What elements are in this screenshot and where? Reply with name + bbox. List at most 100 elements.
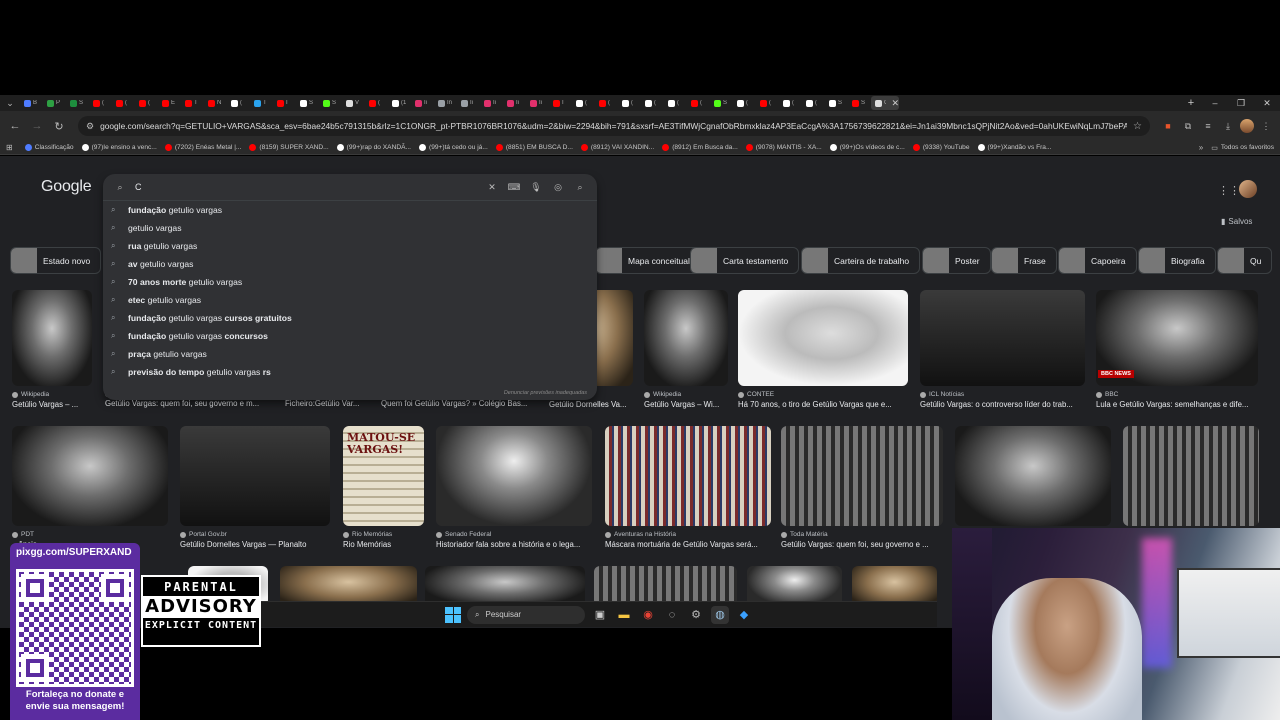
tab[interactable]: (: [802, 96, 825, 110]
image-thumbnail[interactable]: [747, 566, 842, 606]
suggestion-item[interactable]: ⌕ fundação getulio vargas concursos: [103, 327, 597, 345]
tab[interactable]: Ii: [411, 96, 434, 110]
tab[interactable]: (: [365, 96, 388, 110]
tab[interactable]: I: [549, 96, 572, 110]
image-result[interactable]: [280, 566, 417, 606]
image-thumbnail[interactable]: [12, 426, 168, 526]
bookmark-item[interactable]: (7202) Enéas Metal |...: [164, 144, 241, 151]
image-title[interactable]: Historiador fala sobre a história e o le…: [436, 540, 592, 549]
image-title[interactable]: Getúlio Dornelles Va...: [549, 400, 633, 409]
search-submit-icon[interactable]: ⌕: [573, 182, 587, 193]
tab[interactable]: (: [89, 96, 112, 110]
tab-search-icon[interactable]: ⌄: [0, 98, 20, 109]
image-result[interactable]: [747, 566, 842, 606]
tab[interactable]: Ii: [526, 96, 549, 110]
bookmark-star-icon[interactable]: ☆: [1133, 121, 1142, 132]
image-result[interactable]: [1123, 426, 1259, 526]
image-title[interactable]: Lula e Getúlio Vargas: semelhanças e dif…: [1096, 400, 1258, 409]
image-result[interactable]: [852, 566, 937, 606]
image-title[interactable]: Ficheiro:Getúlio Var...: [285, 399, 375, 408]
bookmark-item[interactable]: (99+)Os vídeos de c...: [829, 144, 905, 151]
bookmark-item[interactable]: Classificação: [24, 144, 74, 151]
image-thumbnail[interactable]: [280, 566, 417, 606]
tab[interactable]: T: [250, 96, 273, 110]
bookmark-item[interactable]: (99+)Xandão vs Fra...: [977, 144, 1051, 151]
image-thumbnail[interactable]: [436, 426, 592, 526]
suggestion-item[interactable]: ⌕ etec getulio vargas: [103, 291, 597, 309]
tab[interactable]: T: [181, 96, 204, 110]
bookmark-item[interactable]: (99+)tá cedo ou já...: [419, 144, 488, 151]
bookmark-item[interactable]: (9338) YouTube: [912, 144, 970, 151]
suggestion-item[interactable]: ⌕ fundação getulio vargas cursos gratuito…: [103, 309, 597, 327]
suggestion-item[interactable]: ⌕ previsão do tempo getulio vargas rs: [103, 363, 597, 381]
extension-icon[interactable]: ■: [1160, 118, 1176, 134]
taskbar-search[interactable]: ⌕ Pesquisar: [467, 605, 585, 624]
image-result[interactable]: [594, 566, 737, 606]
camera-search-icon[interactable]: ◎: [551, 182, 565, 193]
back-icon[interactable]: ←: [6, 120, 24, 132]
image-result[interactable]: Rio Memórias Rio Memórias MATOU-SE VARGAS!: [343, 426, 424, 549]
keyboard-icon[interactable]: ⌨: [507, 182, 521, 193]
suggestion-item[interactable]: ⌕ av getulio vargas: [103, 255, 597, 273]
filter-chip[interactable]: Qu: [1217, 247, 1273, 274]
tab[interactable]: B: [20, 96, 43, 110]
google-logo[interactable]: Google: [41, 178, 92, 196]
forward-icon[interactable]: →: [28, 120, 46, 132]
filter-chip[interactable]: Estado novo: [10, 247, 102, 274]
site-info-icon[interactable]: ⚙: [86, 121, 94, 132]
image-title[interactable]: Quem foi Getúlio Vargas? » Colégio Bas..…: [381, 399, 541, 408]
image-source[interactable]: Wikipedia: [12, 391, 92, 398]
tab[interactable]: (: [595, 96, 618, 110]
image-thumbnail[interactable]: [781, 426, 943, 526]
image-thumbnail[interactable]: [594, 566, 737, 606]
image-source[interactable]: Toda Matéria: [781, 531, 943, 538]
image-result[interactable]: ICL Notícias Getúlio Vargas: o controvers…: [920, 290, 1085, 409]
tab[interactable]: G ✕: [871, 96, 899, 110]
task-view-icon[interactable]: ▣: [591, 606, 609, 624]
tab[interactable]: (: [135, 96, 158, 110]
maximize-icon[interactable]: ❐: [1228, 98, 1254, 109]
clear-icon[interactable]: ✕: [485, 182, 499, 193]
tab[interactable]: (: [756, 96, 779, 110]
image-thumbnail[interactable]: [955, 426, 1111, 526]
settings-icon[interactable]: ⚙: [687, 606, 705, 624]
start-button[interactable]: [445, 606, 461, 623]
tab[interactable]: Ii: [480, 96, 503, 110]
tab[interactable]: S: [296, 96, 319, 110]
profile-avatar[interactable]: [1240, 119, 1254, 133]
tab[interactable]: (: [687, 96, 710, 110]
image-thumbnail[interactable]: [738, 290, 908, 386]
extensions-puzzle-icon[interactable]: ⧉: [1180, 118, 1196, 134]
image-source[interactable]: PDT: [12, 531, 168, 538]
tab[interactable]: (: [572, 96, 595, 110]
mic-icon[interactable]: 🎙: [529, 182, 543, 193]
report-predictions-link[interactable]: Denunciar previsões inadequadas: [504, 390, 587, 396]
tab[interactable]: (1: [388, 96, 411, 110]
image-result[interactable]: BBC Lula e Getúlio Vargas: semelhanças e …: [1096, 290, 1258, 409]
chrome-icon[interactable]: ◉: [639, 606, 657, 624]
image-source[interactable]: Wikipedia: [644, 391, 728, 398]
suggestion-item[interactable]: ⌕ rua getulio vargas: [103, 237, 597, 255]
filter-chip[interactable]: Carta testamento: [690, 247, 800, 274]
bookmark-item[interactable]: (99+)rap do XANDÃ...: [336, 144, 411, 151]
image-result[interactable]: CONTEE Há 70 anos, o tiro de Getúlio Varg…: [738, 290, 908, 409]
suggestion-item[interactable]: ⌕ 70 anos morte getulio vargas: [103, 273, 597, 291]
tab[interactable]: In: [434, 96, 457, 110]
image-source[interactable]: Aventuras na História: [605, 531, 771, 538]
tab[interactable]: S: [848, 96, 871, 110]
image-source[interactable]: Senado Federal: [436, 531, 592, 538]
tab[interactable]: (: [641, 96, 664, 110]
image-thumbnail[interactable]: [180, 426, 330, 526]
tab[interactable]: N: [204, 96, 227, 110]
close-tab-icon[interactable]: ✕: [891, 98, 899, 109]
filter-chip[interactable]: Poster: [922, 247, 991, 274]
tab[interactable]: S: [710, 96, 733, 110]
image-title[interactable]: Há 70 anos, o tiro de Getúlio Vargas que…: [738, 400, 908, 409]
image-result[interactable]: [425, 566, 585, 606]
image-thumbnail[interactable]: [12, 290, 92, 386]
tab[interactable]: (: [733, 96, 756, 110]
new-tab-button[interactable]: +: [1180, 97, 1202, 109]
bookmark-item[interactable]: (97)Ie ensino a venc...: [81, 144, 157, 151]
tab[interactable]: V: [342, 96, 365, 110]
image-result[interactable]: Wikipedia Getúlio Vargas – ...: [12, 290, 92, 409]
